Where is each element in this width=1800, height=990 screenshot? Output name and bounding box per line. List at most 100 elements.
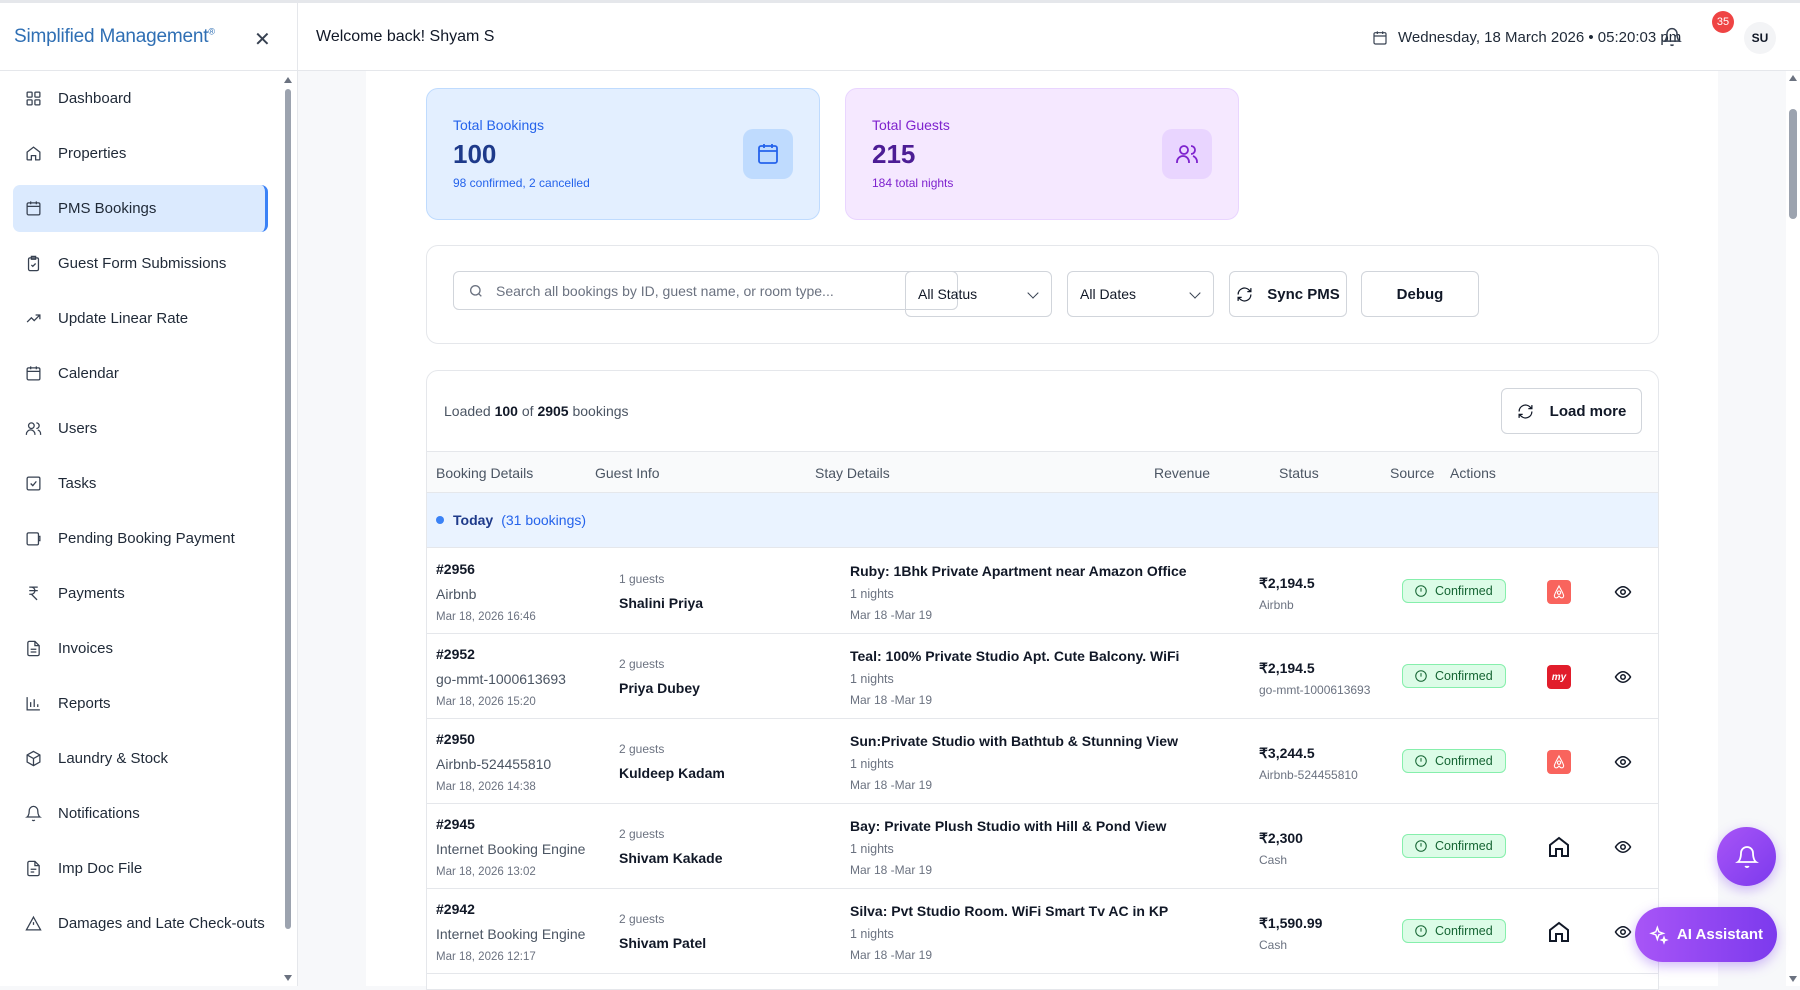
table-row[interactable]: #2956 Airbnb Mar 18, 2026 16:46 1 guests… xyxy=(427,549,1658,634)
main-content: Total Bookings 100 98 confirmed, 2 cance… xyxy=(366,71,1718,990)
revenue-source: Airbnb xyxy=(1259,598,1294,612)
ai-assistant-button[interactable]: AI Assistant xyxy=(1635,907,1777,962)
sidebar-item-reports[interactable]: Reports xyxy=(13,680,268,727)
sidebar-item-dashboard[interactable]: Dashboard xyxy=(13,75,268,122)
scrollbar-thumb[interactable] xyxy=(285,89,291,929)
guest-count: 2 guests xyxy=(619,742,665,756)
sidebar-item-properties[interactable]: Properties xyxy=(13,130,268,177)
table-row[interactable]: #2952 go-mmt-1000613693 Mar 18, 2026 15:… xyxy=(427,634,1658,719)
sidebar-scrollbar[interactable] xyxy=(283,75,293,983)
notification-count-badge[interactable]: 35 xyxy=(1712,11,1734,33)
column-header: Status xyxy=(1279,465,1319,481)
load-more-button[interactable]: Load more xyxy=(1501,388,1642,434)
datetime-text: Wednesday, 18 March 2026 • 05:20:03 pm xyxy=(1398,29,1682,46)
booking-channel: Airbnb xyxy=(436,586,477,602)
scroll-down-icon[interactable] xyxy=(1789,976,1797,982)
status-text: Confirmed xyxy=(1435,754,1493,768)
dashboard-icon xyxy=(25,90,42,107)
property-name: Silva: Pvt Studio Room. WiFi Smart Tv AC… xyxy=(850,903,1169,919)
booking-id[interactable]: #2950 xyxy=(436,731,475,747)
status-badge: Confirmed xyxy=(1402,919,1506,943)
close-sidebar-icon[interactable]: ✕ xyxy=(254,27,271,52)
calendar-icon xyxy=(25,200,42,217)
card-value: 215 xyxy=(872,139,916,169)
notifications-bell-icon[interactable] xyxy=(1662,27,1682,52)
search-box[interactable] xyxy=(453,271,958,310)
status-select-value: All Status xyxy=(918,286,978,302)
guest-name: Shivam Kakade xyxy=(619,850,723,866)
view-eye-icon[interactable] xyxy=(1614,923,1632,941)
booking-id[interactable]: #2952 xyxy=(436,646,475,662)
view-eye-icon[interactable] xyxy=(1614,668,1632,686)
sync-pms-button[interactable]: Sync PMS xyxy=(1229,271,1347,317)
loaded-count-text: Loaded 100 of 2905 bookings xyxy=(444,403,629,419)
sidebar-item-laundry-stock[interactable]: Laundry & Stock xyxy=(13,735,268,782)
booking-id[interactable]: #2942 xyxy=(436,901,475,917)
status-select[interactable]: All Status xyxy=(905,271,1052,317)
loaded-total: 2905 xyxy=(537,403,569,419)
guest-count: 2 guests xyxy=(619,657,665,671)
user-avatar[interactable]: SU xyxy=(1744,22,1776,54)
sidebar-item-pms-bookings[interactable]: PMS Bookings xyxy=(13,185,268,232)
sidebar-item-update-linear-rate[interactable]: Update Linear Rate xyxy=(13,295,268,342)
main-scrollbar[interactable] xyxy=(1786,71,1800,986)
warning-icon xyxy=(25,915,42,932)
stay-nights: 1 nights xyxy=(850,672,894,686)
booking-channel: Internet Booking Engine xyxy=(436,926,586,942)
sidebar-item-imp-doc-file[interactable]: Imp Doc File xyxy=(13,845,268,892)
sparkles-icon xyxy=(1649,924,1669,945)
sidebar-item-pending-booking-payment[interactable]: Pending Booking Payment xyxy=(13,515,268,562)
property-name: Sun:Private Studio with Bathtub & Stunni… xyxy=(850,733,1178,749)
dates-select[interactable]: All Dates xyxy=(1067,271,1214,317)
home-icon xyxy=(1547,920,1571,944)
scroll-down-icon[interactable] xyxy=(284,975,292,981)
sidebar-item-label: Notifications xyxy=(58,805,140,822)
booking-id[interactable]: #2945 xyxy=(436,816,475,832)
scroll-up-icon[interactable] xyxy=(284,77,292,83)
status-badge: Confirmed xyxy=(1402,749,1506,773)
sidebar-item-tasks[interactable]: Tasks xyxy=(13,460,268,507)
table-header: Booking Details Guest Info Stay Details Rev… xyxy=(427,451,1658,493)
checkbox-icon xyxy=(25,475,42,492)
stay-nights: 1 nights xyxy=(850,927,894,941)
floating-notification-button[interactable] xyxy=(1717,827,1776,886)
view-eye-icon[interactable] xyxy=(1614,753,1632,771)
view-eye-icon[interactable] xyxy=(1614,583,1632,601)
debug-label: Debug xyxy=(1396,285,1444,303)
view-eye-icon[interactable] xyxy=(1614,838,1632,856)
property-name: Teal: 100% Private Studio Apt. Cute Balc… xyxy=(850,648,1180,664)
sync-label: Sync PMS xyxy=(1267,285,1340,303)
sidebar-item-damages-and-late-check-outs[interactable]: Damages and Late Check-outs xyxy=(13,900,268,947)
scroll-up-icon[interactable] xyxy=(1789,75,1797,81)
revenue-source: go-mmt-1000613693 xyxy=(1259,683,1371,697)
sidebar-item-calendar[interactable]: Calendar xyxy=(13,350,268,397)
sidebar-item-guest-form-submissions[interactable]: Guest Form Submissions xyxy=(13,240,268,287)
scrollbar-thumb[interactable] xyxy=(1789,109,1797,219)
app-logo[interactable]: Simplified Management® xyxy=(14,26,215,48)
search-input[interactable] xyxy=(496,282,936,299)
table-row[interactable]: #2945 Internet Booking Engine Mar 18, 20… xyxy=(427,804,1658,889)
ai-assistant-label: AI Assistant xyxy=(1676,926,1764,943)
sidebar-item-payments[interactable]: Payments xyxy=(13,570,268,617)
loaded-prefix: Loaded xyxy=(444,403,491,419)
table-row[interactable]: #2950 Airbnb-524455810 Mar 18, 2026 14:3… xyxy=(427,719,1658,804)
card-value: 100 xyxy=(453,139,497,169)
table-row[interactable]: #2942 Internet Booking Engine Mar 18, 20… xyxy=(427,889,1658,974)
card-label: Total Bookings xyxy=(453,117,545,133)
revenue-source: Airbnb-524455810 xyxy=(1259,768,1358,782)
package-icon xyxy=(25,750,42,767)
home-icon xyxy=(25,145,42,162)
sidebar-nav: Dashboard Properties PMS Bookings Guest For… xyxy=(0,75,280,955)
booking-id[interactable]: #2956 xyxy=(436,561,475,577)
sidebar-item-invoices[interactable]: Invoices xyxy=(13,625,268,672)
stay-range: Mar 18 -Mar 19 xyxy=(850,608,933,622)
sidebar-item-users[interactable]: Users xyxy=(13,405,268,452)
sidebar-item-notifications[interactable]: Notifications xyxy=(13,790,268,837)
property-name: Bay: Private Plush Studio with Hill & Po… xyxy=(850,818,1167,834)
guest-name: Priya Dubey xyxy=(619,680,700,696)
makemytrip-icon: my xyxy=(1547,665,1571,689)
loaded-of: of xyxy=(521,403,534,419)
group-header-today: Today (31 bookings) xyxy=(427,493,1658,548)
revenue-amount: ₹2,194.5 xyxy=(1259,660,1315,676)
debug-button[interactable]: Debug xyxy=(1361,271,1479,317)
